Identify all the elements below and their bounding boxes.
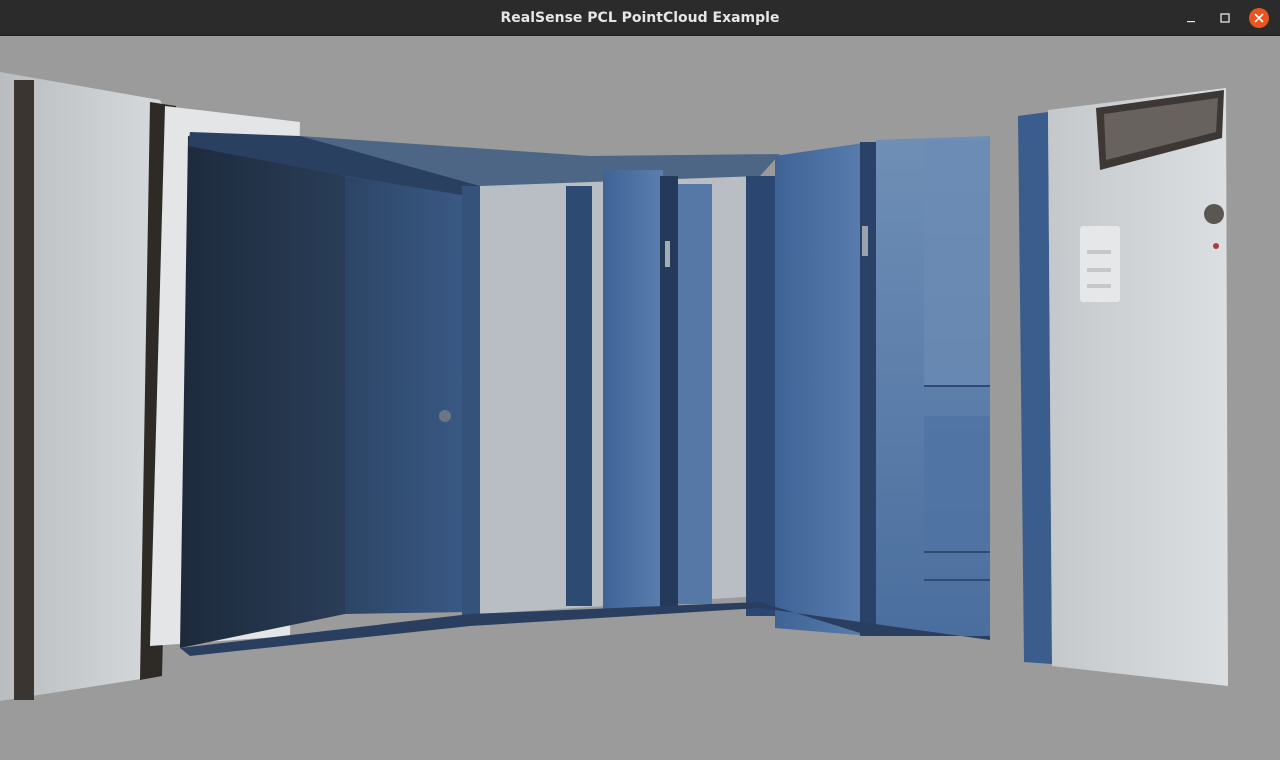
window-title: RealSense PCL PointCloud Example — [500, 10, 780, 26]
maximize-button[interactable] — [1214, 7, 1236, 29]
minimize-button[interactable] — [1180, 7, 1202, 29]
close-button[interactable] — [1248, 7, 1270, 29]
right-wall-surface — [1048, 88, 1228, 686]
corridor-door-frame-3 — [746, 176, 776, 616]
light-switch-rocker-2 — [1087, 268, 1111, 272]
door-hinge-1 — [665, 241, 670, 267]
wall-sensor — [1204, 204, 1224, 224]
cabinet-panel-bottom — [924, 416, 990, 550]
maximize-icon — [1220, 13, 1230, 23]
close-button-circle — [1249, 8, 1269, 28]
minimize-icon — [1187, 21, 1195, 23]
right-door-jamb — [860, 142, 876, 636]
door-handle — [439, 410, 451, 422]
left-wall-edge — [14, 80, 34, 700]
corridor-door-frame-2 — [660, 176, 678, 608]
right-door-panel — [775, 142, 870, 636]
cabinet-panel-top — [924, 140, 990, 386]
wall-sensor-led — [1213, 243, 1219, 249]
right-wall-trim — [1018, 112, 1052, 664]
dark-door-right — [345, 176, 470, 614]
light-switch-rocker-1 — [1087, 250, 1111, 254]
light-switch-plate — [1080, 226, 1120, 302]
corridor-door-frame-1 — [566, 186, 592, 606]
right-door-hinge — [862, 226, 868, 256]
dark-door-left — [180, 136, 345, 648]
light-switch-rocker-3 — [1087, 284, 1111, 288]
door-frame-right — [462, 186, 480, 616]
corridor-door-1 — [603, 170, 663, 610]
title-bar[interactable]: RealSense PCL PointCloud Example — [0, 0, 1280, 36]
pointcloud-render — [0, 72, 1228, 701]
app-window: RealSense PCL PointCloud Example — [0, 0, 1280, 760]
corridor-door-2 — [678, 184, 712, 604]
pointcloud-viewport[interactable] — [0, 36, 1280, 760]
close-icon — [1254, 13, 1264, 23]
